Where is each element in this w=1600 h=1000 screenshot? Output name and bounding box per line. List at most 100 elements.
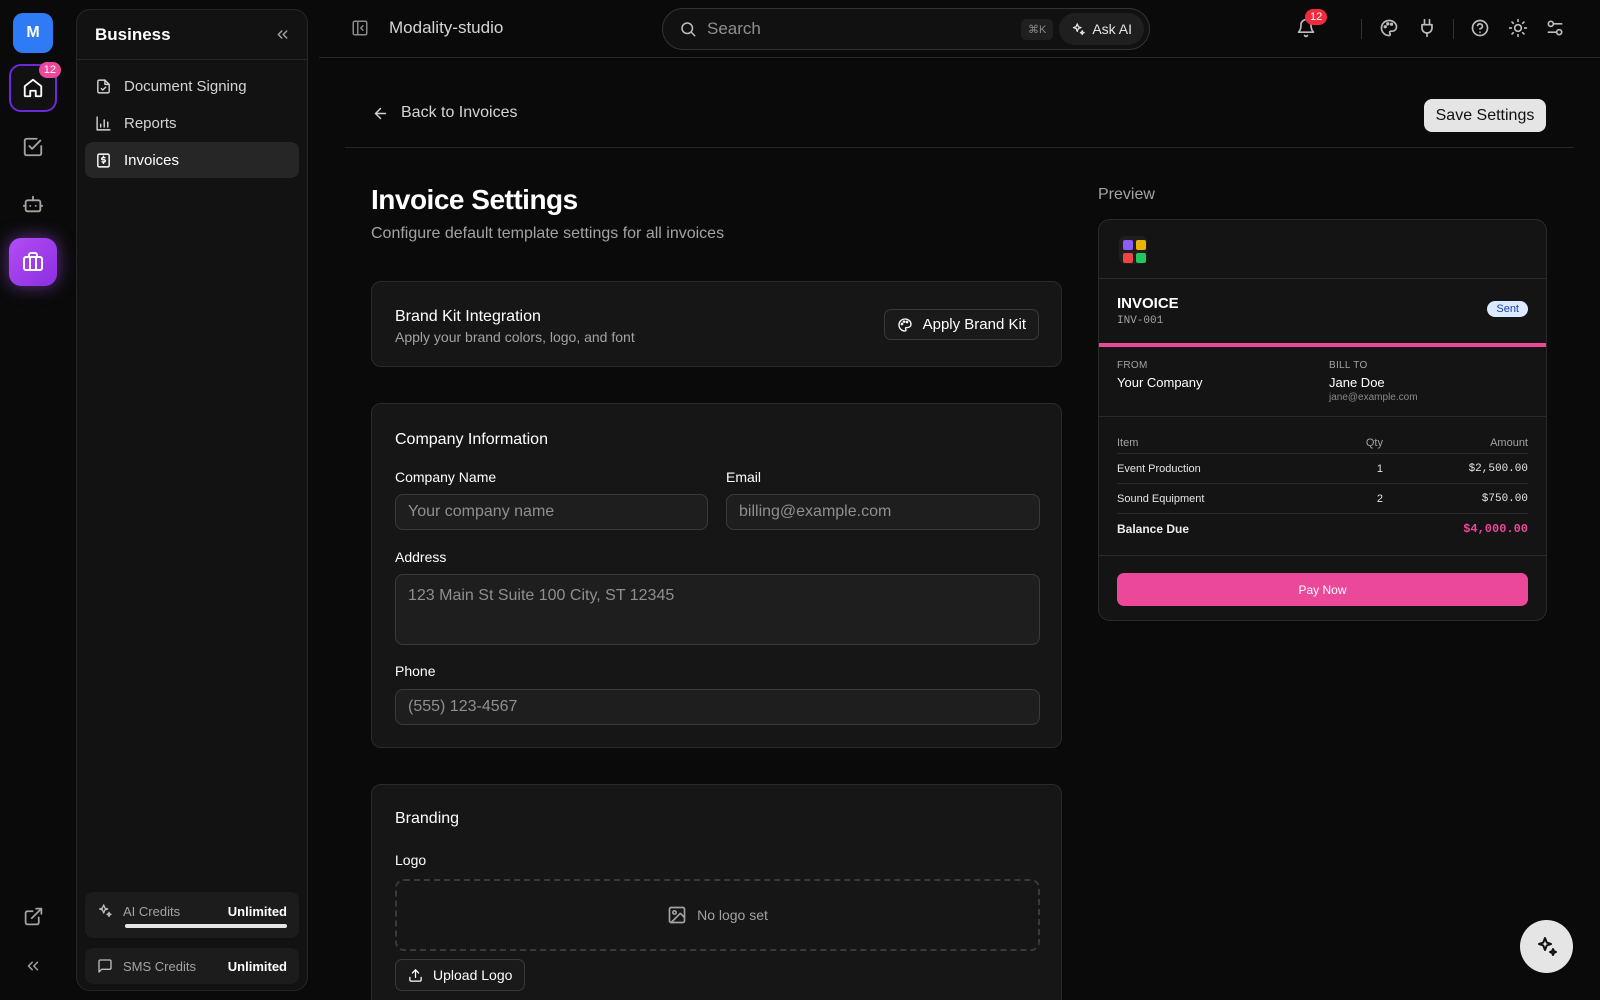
bot-icon <box>22 195 44 213</box>
sidebar-item-invoices[interactable]: Invoices <box>85 142 299 178</box>
checkbox-icon <box>23 137 43 157</box>
search-bar[interactable]: Search ⌘K Ask AI <box>662 8 1150 50</box>
ai-credits-bar <box>125 924 287 928</box>
table-header: Item Qty Amount <box>1117 432 1528 454</box>
workspace-avatar[interactable]: M <box>13 13 53 53</box>
business-sidebar: Business Document Signing Reports Invoic… <box>76 9 308 991</box>
sidebar-title: Business <box>95 24 171 44</box>
home-badge: 12 <box>38 62 61 78</box>
column-header: Item <box>1117 436 1139 449</box>
line-items-table: Item Qty Amount Event Production 1 $2,50… <box>1117 432 1528 514</box>
item-cell: Event Production <box>1117 462 1201 475</box>
balance-due-label: Balance Due <box>1117 522 1190 536</box>
status-badge: Sent <box>1487 301 1528 317</box>
bar-chart-icon <box>96 115 111 131</box>
pay-now-button[interactable]: Pay Now <box>1117 573 1528 606</box>
phone-label: Phone <box>395 663 436 679</box>
help-button[interactable] <box>1470 18 1490 38</box>
rail-external-link-button[interactable] <box>9 892 57 940</box>
logo-dropzone[interactable]: No logo set <box>395 879 1040 951</box>
sun-icon <box>1508 18 1528 38</box>
integrations-button[interactable] <box>1417 18 1437 38</box>
invoice-number: INV-001 <box>1117 315 1164 327</box>
logo-square <box>1136 253 1146 263</box>
rail-business-button[interactable] <box>9 238 57 286</box>
company-information-title: Company Information <box>395 431 548 448</box>
help-circle-icon <box>1471 19 1489 37</box>
rail-bot-button[interactable] <box>9 180 57 228</box>
brand-kit-card: Brand Kit Integration Apply your brand c… <box>371 281 1062 367</box>
chevrons-left-icon <box>277 30 288 39</box>
ai-credits-label: AI Credits <box>123 903 181 919</box>
sidebar-panel-icon <box>352 20 368 36</box>
preview-divider <box>1099 555 1546 556</box>
bill-to-label: BILL TO <box>1329 360 1368 371</box>
save-settings-button[interactable]: Save Settings <box>1424 99 1546 132</box>
sidebar-item-document-signing[interactable]: Document Signing <box>85 68 299 104</box>
back-to-invoices-link[interactable]: Back to Invoices <box>372 104 518 122</box>
workspace-name: Modality-studio <box>389 18 504 37</box>
top-bar: Modality-studio Search ⌘K Ask AI 12 <box>319 0 1600 58</box>
preview-divider <box>1099 278 1546 279</box>
header-divider <box>345 147 1574 148</box>
briefcase-icon <box>23 252 43 271</box>
external-link-icon <box>24 907 42 925</box>
theme-toggle-button[interactable] <box>1508 18 1528 38</box>
qty-cell: 2 <box>1376 492 1383 505</box>
apply-brand-kit-button[interactable]: Apply Brand Kit <box>883 309 1039 340</box>
collapse-sidebar-button[interactable] <box>274 26 291 43</box>
toolbar-divider <box>1361 19 1362 39</box>
no-logo-text: No logo set <box>697 907 768 923</box>
sidebar-item-reports[interactable]: Reports <box>85 105 299 141</box>
ask-ai-button[interactable]: Ask AI <box>1059 13 1144 45</box>
balance-due-value: $4,000.00 <box>1463 522 1528 536</box>
balance-due-row: Balance Due $4,000.00 <box>1117 522 1528 536</box>
amount-cell: $750.00 <box>1481 492 1528 505</box>
upload-icon <box>409 968 422 982</box>
sms-credits-label: SMS Credits <box>123 958 196 974</box>
sidebar-item-label: Invoices <box>124 151 180 169</box>
palette-icon <box>1380 19 1398 37</box>
invoice-icon <box>97 152 110 168</box>
email-label: Email <box>726 469 762 485</box>
ai-credits-fill <box>125 924 287 928</box>
theme-palette-button[interactable] <box>1379 18 1399 38</box>
page-subtitle: Configure default template settings for … <box>371 225 725 242</box>
accent-bar <box>1099 343 1546 347</box>
upload-logo-button[interactable]: Upload Logo <box>395 959 526 991</box>
preview-divider <box>1099 416 1546 417</box>
ai-assistant-fab[interactable] <box>1520 920 1573 973</box>
qty-cell: 1 <box>1376 462 1383 475</box>
sidebar-nav: Document Signing Reports Invoices <box>77 60 307 187</box>
rail-collapse-button[interactable] <box>9 942 57 990</box>
company-name-input[interactable]: Your company name <box>395 494 708 530</box>
address-label: Address <box>395 549 447 565</box>
apply-brand-kit-label: Apply Brand Kit <box>922 316 1026 333</box>
brand-kit-title: Brand Kit Integration <box>395 308 541 325</box>
toggle-panel-button[interactable] <box>351 19 369 37</box>
sms-credits-value: Unlimited <box>227 958 287 974</box>
sparkles-icon <box>1073 22 1086 35</box>
back-label: Back to Invoices <box>401 104 518 121</box>
phone-input[interactable]: (555) 123-4567 <box>395 689 1040 725</box>
search-input[interactable]: Search <box>707 19 1021 39</box>
rail-tasks-button[interactable] <box>9 123 57 171</box>
sidebar-item-label: Reports <box>124 114 177 132</box>
sparkles-icon <box>99 904 112 917</box>
preferences-button[interactable] <box>1545 18 1565 38</box>
search-icon <box>681 22 696 37</box>
invoice-title: INVOICE <box>1117 295 1179 312</box>
address-textarea[interactable]: 123 Main St Suite 100 City, ST 12345 <box>395 574 1040 645</box>
app-rail: M 12 <box>0 0 66 1000</box>
image-icon <box>668 906 686 924</box>
document-signing-icon <box>97 78 110 94</box>
from-label: FROM <box>1117 360 1148 371</box>
toolbar-divider <box>1453 19 1454 39</box>
notifications-button[interactable]: 12 <box>1296 9 1328 38</box>
email-input[interactable]: billing@example.com <box>726 494 1040 530</box>
ai-credits-panel: AI Credits Unlimited <box>85 892 299 938</box>
palette-icon <box>897 317 912 332</box>
chevrons-left-icon <box>27 961 39 971</box>
column-header: Amount <box>1490 436 1528 449</box>
rail-home-button[interactable]: 12 <box>9 62 61 112</box>
